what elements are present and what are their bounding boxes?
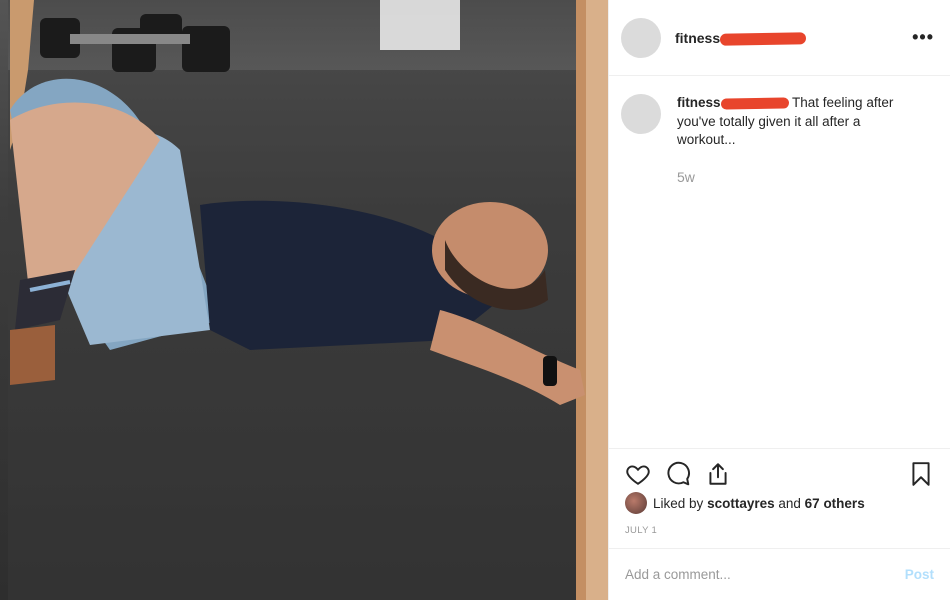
post-author-username[interactable]: fitness	[675, 29, 807, 46]
add-comment-bar: Post	[609, 548, 950, 600]
post-date[interactable]: JULY 1	[625, 525, 657, 536]
username-text: fitness	[675, 29, 721, 46]
likes-others-link[interactable]: 67 others	[805, 496, 865, 511]
bookmark-icon[interactable]	[908, 461, 934, 487]
comment-icon[interactable]	[665, 461, 691, 487]
avatar[interactable]	[621, 17, 661, 58]
caption-username-text: fitness	[677, 95, 721, 110]
caption-comment: fitness That feeling after you've totall…	[609, 76, 950, 186]
caption-body: fitness That feeling after you've totall…	[677, 94, 922, 186]
photo-illustration	[8, 0, 610, 600]
avatar[interactable]	[621, 94, 661, 134]
liker-avatar[interactable]	[625, 492, 647, 514]
post-time-ago[interactable]: 5w	[677, 168, 922, 187]
redaction-mark	[720, 32, 807, 46]
post-sidebar: fitness ••• fitness That feeling after y…	[608, 0, 950, 600]
post-header: fitness •••	[609, 0, 950, 76]
post-comment-button[interactable]: Post	[905, 567, 934, 582]
likes-middle: and	[778, 495, 801, 511]
share-icon[interactable]	[705, 461, 731, 487]
action-bar	[609, 448, 950, 488]
likes-prefix: Liked by	[653, 495, 704, 511]
comment-input[interactable]	[625, 567, 905, 582]
heart-icon[interactable]	[625, 461, 651, 487]
redaction-mark	[720, 97, 789, 110]
likes-summary: Liked by scottayres and 67 others	[625, 492, 865, 514]
ellipsis-icon[interactable]: •••	[912, 27, 934, 48]
post-photo[interactable]	[0, 0, 610, 600]
liker-username[interactable]: scottayres	[707, 496, 775, 511]
caption-username[interactable]: fitness	[677, 95, 789, 110]
